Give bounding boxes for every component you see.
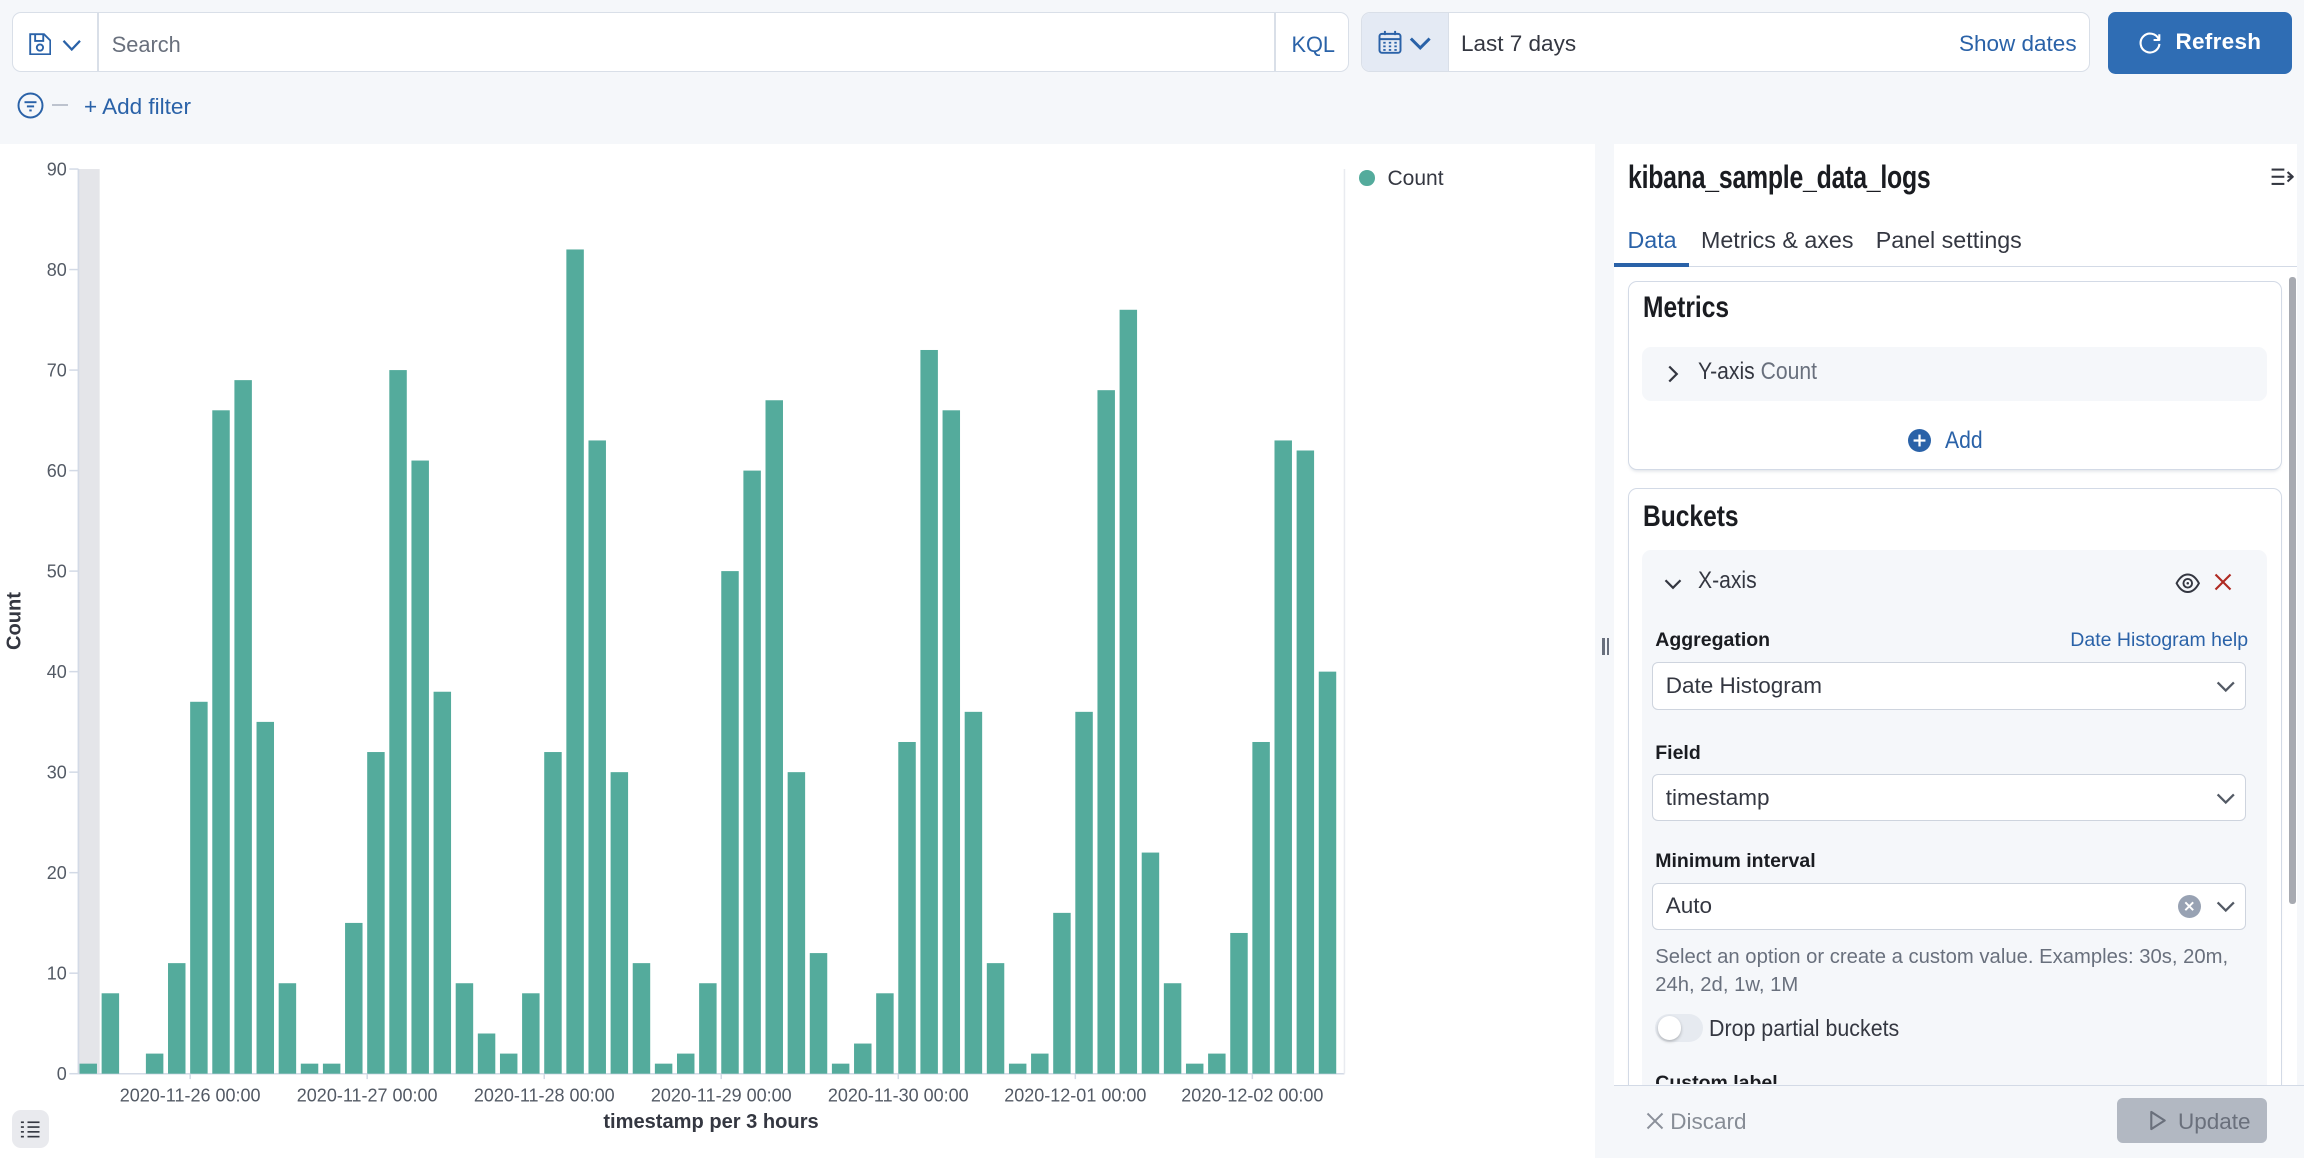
- svg-text:70: 70: [47, 360, 67, 380]
- svg-text:30: 30: [47, 762, 67, 782]
- svg-text:timestamp per 3 hours: timestamp per 3 hours: [603, 1111, 818, 1133]
- svg-text:2020-11-28 00:00: 2020-11-28 00:00: [474, 1085, 615, 1105]
- svg-text:90: 90: [47, 159, 67, 179]
- svg-text:0: 0: [57, 1064, 67, 1084]
- svg-text:2020-11-26 00:00: 2020-11-26 00:00: [120, 1085, 261, 1105]
- svg-text:50: 50: [47, 561, 67, 581]
- svg-text:2020-12-02 00:00: 2020-12-02 00:00: [1181, 1085, 1323, 1105]
- svg-text:2020-11-29 00:00: 2020-11-29 00:00: [651, 1085, 792, 1105]
- svg-text:60: 60: [47, 461, 67, 481]
- svg-text:80: 80: [47, 260, 67, 280]
- svg-text:Count: Count: [3, 592, 25, 650]
- svg-text:2020-11-27 00:00: 2020-11-27 00:00: [297, 1085, 438, 1105]
- svg-text:10: 10: [47, 963, 67, 983]
- svg-text:2020-12-01 00:00: 2020-12-01 00:00: [1004, 1085, 1146, 1105]
- svg-text:40: 40: [47, 662, 67, 682]
- svg-text:2020-11-30 00:00: 2020-11-30 00:00: [828, 1085, 969, 1105]
- svg-text:20: 20: [47, 863, 67, 883]
